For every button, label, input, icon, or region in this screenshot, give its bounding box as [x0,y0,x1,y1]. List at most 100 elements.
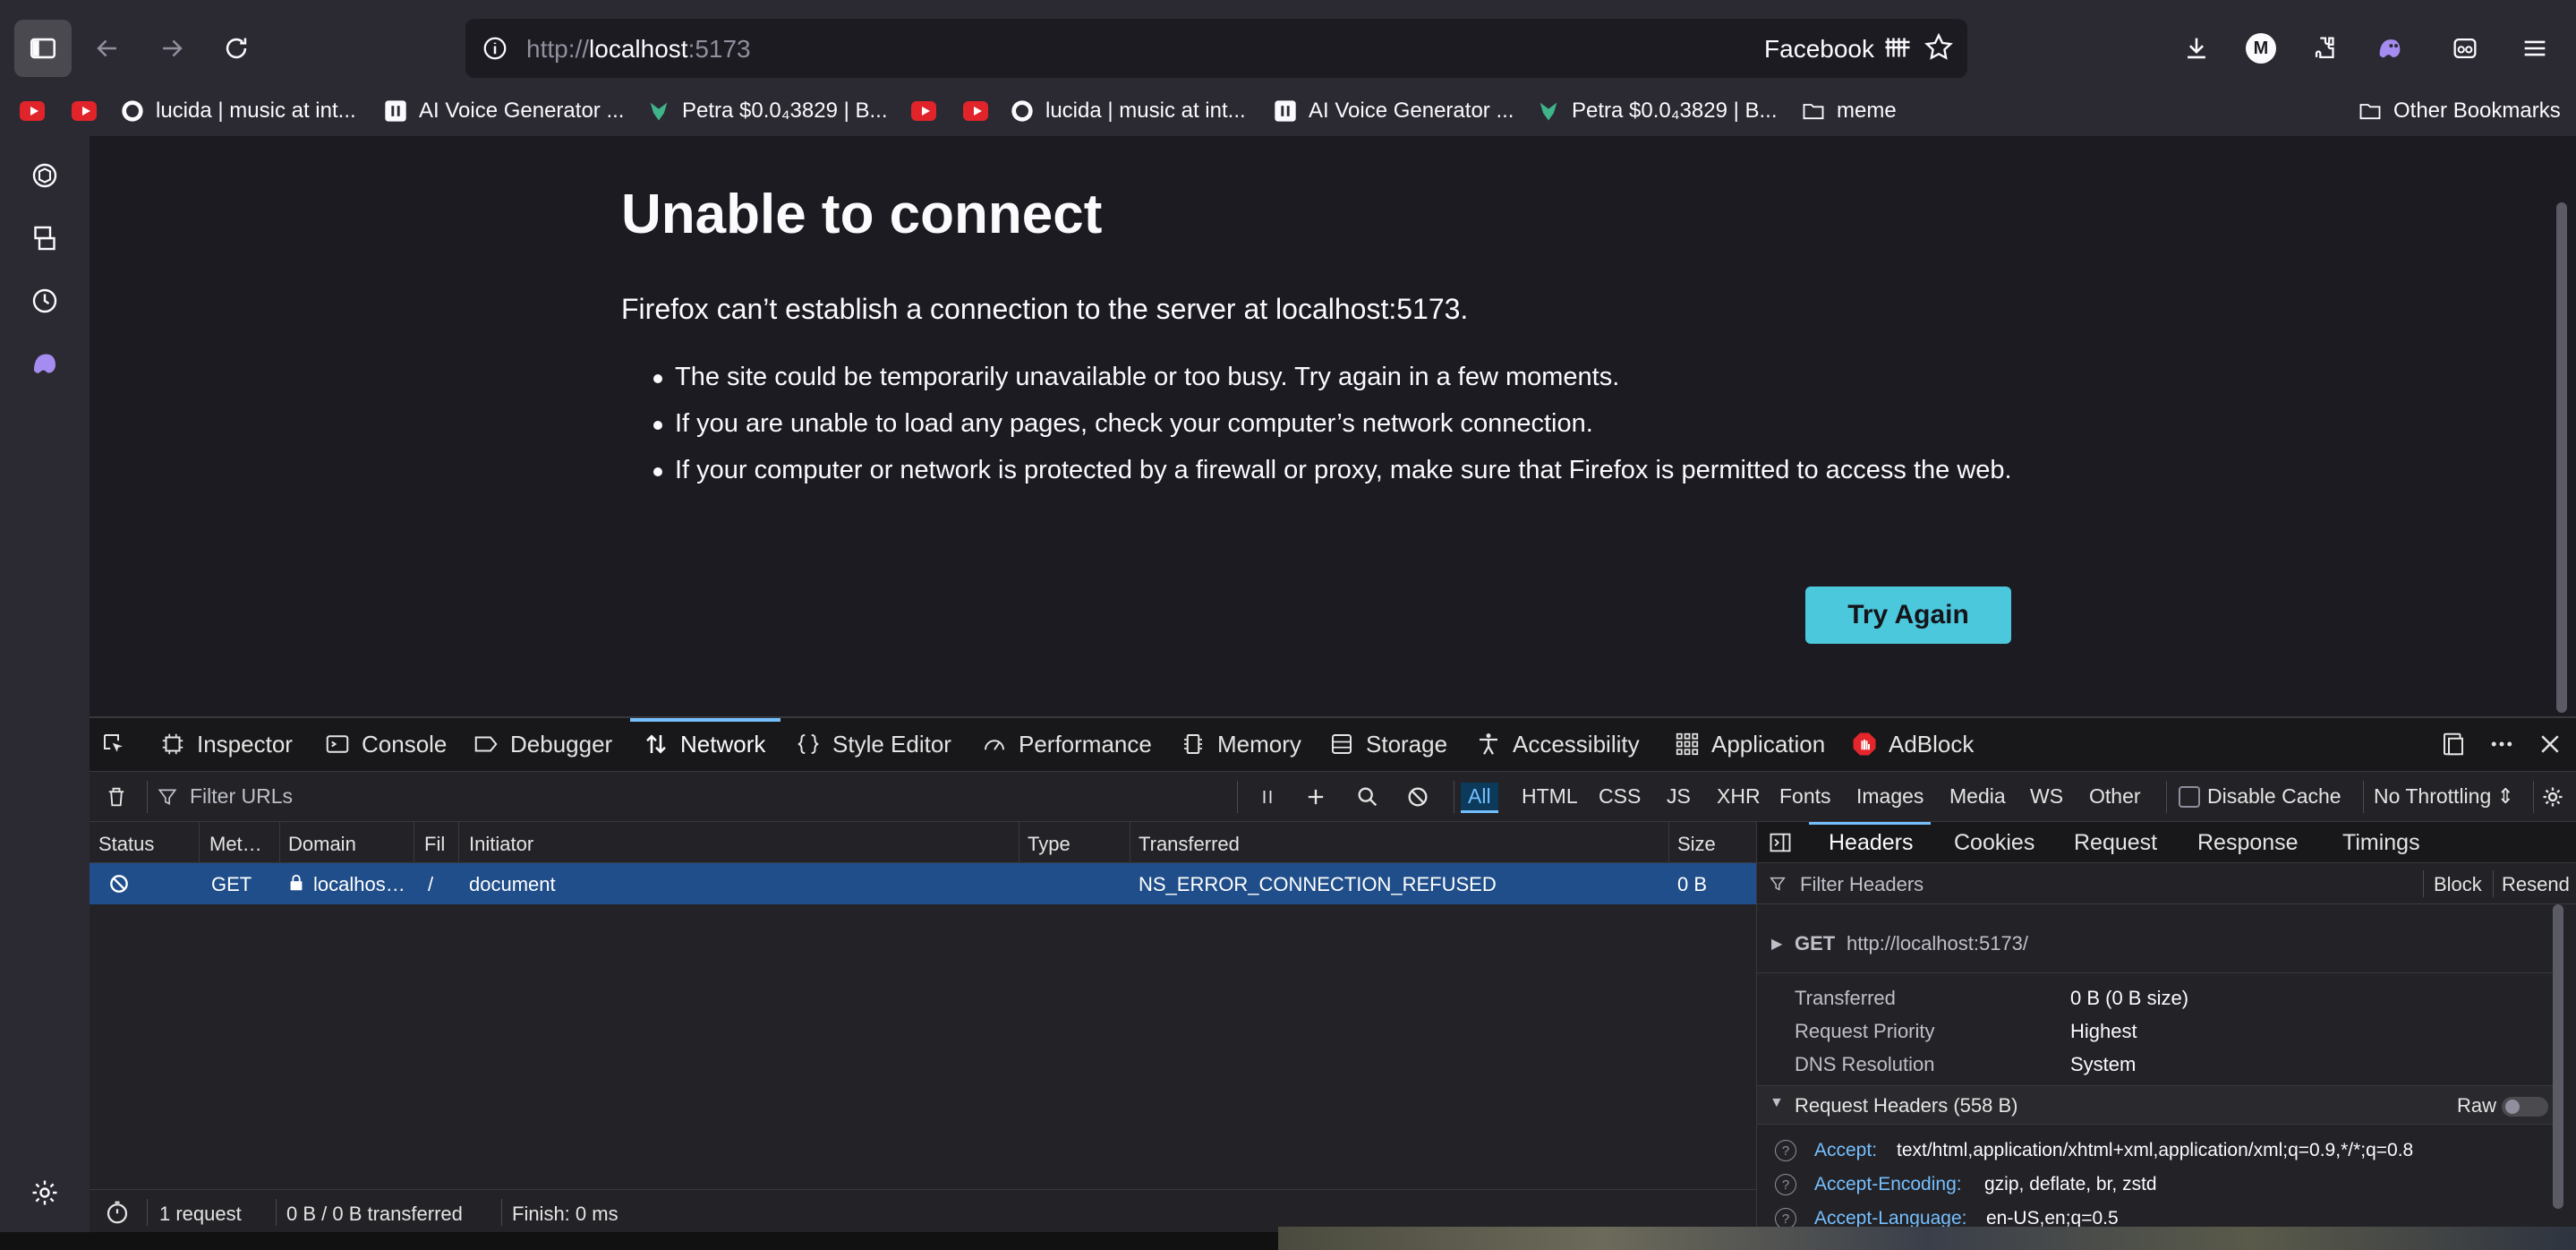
sidebar-toggle-button[interactable] [14,20,72,77]
disable-cache-checkbox[interactable] [2179,786,2200,808]
column-header-initiator[interactable]: Initiator [469,833,533,856]
reader-view-icon[interactable] [1881,31,1917,67]
column-divider[interactable] [458,822,459,863]
reload-button[interactable] [208,20,265,77]
help-icon[interactable]: ? [1775,1174,1796,1195]
try-again-button[interactable]: Try Again [1805,586,2011,644]
bookmark-youtube-4[interactable] [963,93,999,129]
column-header-method[interactable]: Met… [209,833,262,856]
filter-ws[interactable]: WS [2023,783,2070,810]
account-button[interactable]: M [2236,23,2286,73]
column-divider[interactable] [279,822,280,863]
pause-recording-button[interactable] [1253,783,1282,811]
details-tab-cookies[interactable]: Cookies [1954,830,2034,856]
privacy-mask-button[interactable] [2440,23,2490,73]
tab-label: Network [680,730,766,758]
url-text[interactable]: http://localhost:5173 [526,35,751,64]
url-bar[interactable]: http://localhost:5173 Facebook [465,19,1967,78]
search-button[interactable] [1353,783,1382,811]
tab-storage[interactable]: Storage [1328,718,1447,770]
performance-analysis-button[interactable] [104,1199,131,1230]
filter-fonts[interactable]: Fonts [1772,783,1838,810]
tab-inspector[interactable]: Inspector [159,718,293,770]
block-request-button[interactable] [1403,783,1432,811]
filter-headers-input[interactable]: Filter Headers [1800,873,1923,896]
history-sidebar-button[interactable] [23,279,66,322]
filter-all[interactable]: All [1461,783,1498,813]
resend-button[interactable]: Resend [2502,873,2570,896]
downloads-button[interactable] [2171,23,2222,73]
devtools-close-button[interactable] [2537,718,2574,770]
column-divider[interactable] [199,822,200,863]
block-button[interactable]: Block [2434,873,2482,896]
column-header-file[interactable]: Fil [424,833,445,856]
details-tab-headers[interactable]: Headers [1829,830,1914,856]
column-header-size[interactable]: Size [1677,833,1716,856]
toggle-sidebar-button[interactable] [1768,830,1793,860]
column-header-domain[interactable]: Domain [288,833,356,856]
table-row[interactable]: GET localhos… / document NS_ERROR_CONNEC… [90,863,1756,904]
sidebar-settings-button[interactable] [23,1171,66,1214]
tab-accessibility[interactable]: Accessibility [1475,718,1640,770]
bookmark-ai-voice-1[interactable]: AI Voice Generator ... [383,93,624,129]
throttling-select[interactable]: No Throttling ⇕ [2374,784,2514,809]
site-info-icon[interactable] [476,30,514,67]
details-tab-timings[interactable]: Timings [2342,830,2420,856]
filter-icon [1768,874,1787,898]
bookmark-folder-meme[interactable]: meme [1801,93,1897,129]
column-divider[interactable] [1668,822,1669,863]
bookmark-lucida-2[interactable]: lucida | music at int... [1010,93,1246,129]
filter-css[interactable]: CSS [1591,783,1648,810]
details-scrollbar[interactable] [2553,904,2563,1209]
add-request-button[interactable] [1301,783,1330,811]
synced-tabs-button[interactable] [23,217,66,260]
forward-button[interactable] [143,20,200,77]
details-tab-response[interactable]: Response [2197,830,2299,856]
network-settings-button[interactable] [2538,783,2567,811]
transferred-summary: 0 B / 0 B transferred [286,1203,463,1225]
bookmark-star-icon[interactable] [1923,31,1958,67]
devtools-more-button[interactable] [2488,718,2526,770]
tab-style-editor[interactable]: Style Editor [795,718,951,770]
ghost-sidebar-button[interactable] [23,342,66,385]
tab-application[interactable]: Application [1674,718,1825,770]
bookmark-youtube-2[interactable] [72,93,107,129]
app-menu-button[interactable] [2510,23,2560,73]
column-header-transferred[interactable]: Transferred [1139,833,1240,856]
tab-adblock[interactable]: AdBlock [1851,718,1974,770]
chatgpt-sidebar-button[interactable] [23,154,66,197]
bookmark-ai-voice-2[interactable]: AI Voice Generator ... [1273,93,1514,129]
tab-network[interactable]: Network [643,718,765,770]
dock-toggle-button[interactable] [2440,718,2478,770]
column-header-status[interactable]: Status [98,833,154,856]
bookmark-petra-1[interactable]: Petra $0.0₄3829 | B... [646,93,888,129]
clear-requests-button[interactable] [102,783,131,811]
expand-triangle-icon[interactable]: ▶ [1771,935,1782,953]
raw-toggle[interactable] [2502,1097,2548,1117]
filter-other[interactable]: Other [2082,783,2148,810]
filter-js[interactable]: JS [1659,783,1698,810]
request-headers-section[interactable]: ▼ Request Headers (558 B) Raw [1757,1085,2563,1125]
tab-memory[interactable]: Memory [1180,718,1301,770]
page-scrollbar[interactable] [2556,202,2567,713]
back-button[interactable] [79,20,136,77]
ghost-extension-button[interactable] [2365,23,2415,73]
filter-media[interactable]: Media [1942,783,2013,810]
bookmark-petra-2[interactable]: Petra $0.0₄3829 | B... [1536,93,1778,129]
tab-debugger[interactable]: Debugger [473,718,612,770]
column-header-type[interactable]: Type [1028,833,1070,856]
extensions-button[interactable] [2300,23,2350,73]
bookmark-lucida-1[interactable]: lucida | music at int... [120,93,356,129]
tab-performance[interactable]: Performance [981,718,1152,770]
other-bookmarks-folder[interactable]: Other Bookmarks [2358,93,2561,129]
tab-console[interactable]: Console [324,718,447,770]
filter-xhr[interactable]: XHR [1710,783,1768,810]
details-tab-request[interactable]: Request [2074,830,2157,856]
bookmark-youtube-3[interactable] [911,93,947,129]
filter-html[interactable]: HTML [1514,783,1585,810]
bookmark-youtube-1[interactable] [20,93,55,129]
element-picker-button[interactable] [100,718,138,770]
help-icon[interactable]: ? [1775,1140,1796,1161]
filter-images[interactable]: Images [1849,783,1931,810]
filter-urls-input[interactable]: Filter URLs [190,784,293,809]
